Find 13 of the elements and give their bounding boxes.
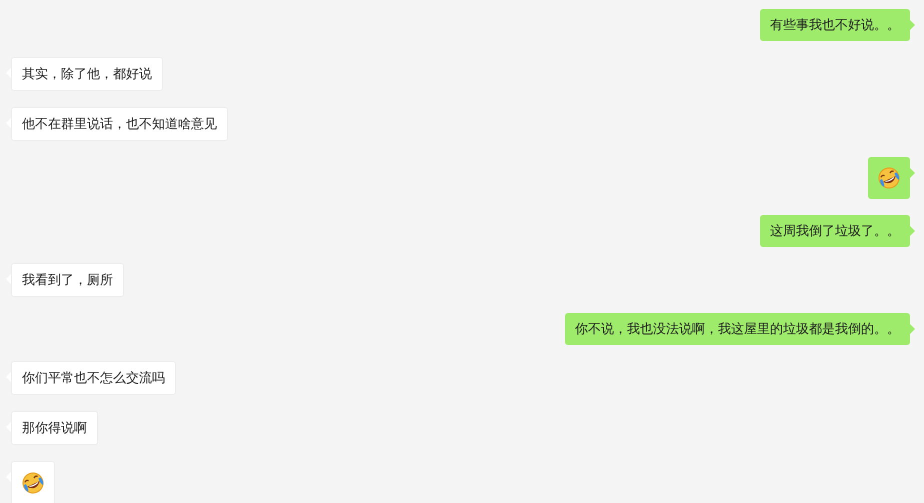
message-bubble: 你不说，我也没法说啊，我这屋里的垃圾都是我倒的。。 xyxy=(565,313,910,345)
bubble-tail xyxy=(910,226,915,236)
laughing-face-icon xyxy=(878,167,900,189)
message-bubble: 有些事我也不好说。。 xyxy=(760,9,910,41)
laughing-face-icon xyxy=(22,472,44,494)
message-bubble: 其实，除了他，都好说 xyxy=(11,57,163,91)
message-bubble: 这周我倒了垃圾了。。 xyxy=(760,215,910,247)
message-bubble: 他不在群里说话，也不知道啥意见 xyxy=(11,107,228,141)
message-bubble: 那你得说啊 xyxy=(11,411,98,445)
bubble-tail xyxy=(910,324,915,334)
bubble-tail xyxy=(910,20,915,30)
message-bubble: 我看到了，厕所 xyxy=(11,263,124,297)
message-bubble: 你们平常也不怎么交流吗 xyxy=(11,361,176,395)
